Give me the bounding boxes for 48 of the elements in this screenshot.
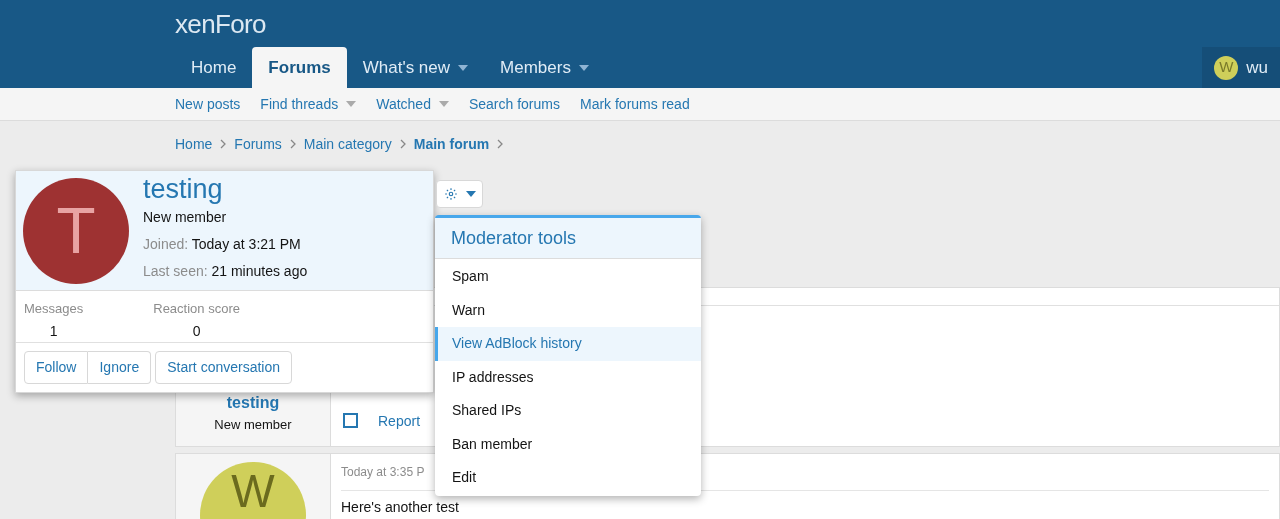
breadcrumb-link[interactable]: Main forum bbox=[413, 133, 490, 155]
site-logo[interactable]: xenForo bbox=[175, 10, 266, 37]
subnav-link[interactable]: New posts bbox=[175, 93, 241, 115]
breadcrumb-link[interactable]: Home bbox=[175, 133, 213, 155]
member-action-button[interactable]: Start conversation bbox=[155, 351, 292, 384]
subnav-link[interactable]: Find threads bbox=[260, 93, 357, 115]
gear-icon bbox=[443, 187, 458, 201]
member-action-button[interactable]: Follow bbox=[24, 351, 89, 384]
avatar: W bbox=[200, 462, 306, 519]
user-title: New member bbox=[214, 415, 292, 434]
subnav-link[interactable]: Watched bbox=[376, 93, 449, 115]
avatar: W bbox=[1214, 55, 1239, 80]
post-author[interactable]: testing bbox=[226, 390, 280, 415]
stat-value: 1 bbox=[49, 321, 58, 341]
chevron-icon bbox=[220, 139, 227, 149]
avatar: T bbox=[23, 178, 129, 284]
menu-title: Moderator tools bbox=[451, 226, 577, 250]
report-link[interactable]: Report bbox=[378, 414, 421, 428]
menu-item[interactable]: Spam bbox=[435, 260, 701, 294]
breadcrumb-link[interactable]: Forums bbox=[234, 133, 282, 155]
member-fact: Last seen: 21 minutes ago bbox=[143, 262, 308, 282]
post-body: Here's another test bbox=[341, 498, 460, 517]
stat-value: 0 bbox=[192, 321, 201, 341]
caret-icon bbox=[465, 191, 476, 197]
nav-tab[interactable]: What's new bbox=[346, 47, 485, 88]
menu-item[interactable]: View AdBlock history bbox=[435, 327, 701, 361]
nav-tab[interactable]: Home bbox=[175, 47, 253, 88]
menu-item[interactable]: Warn bbox=[435, 293, 701, 327]
subnav-link[interactable]: Search forums bbox=[468, 93, 560, 115]
select-checkbox[interactable] bbox=[343, 413, 358, 428]
chevron-icon bbox=[497, 139, 504, 149]
member-fact: Joined: Today at 3:21 PM bbox=[143, 235, 302, 255]
user-title: New member bbox=[143, 208, 228, 228]
stat-label: Reaction score bbox=[153, 300, 240, 318]
stat-label: Messages bbox=[24, 300, 84, 318]
chevron-icon bbox=[399, 139, 406, 149]
nav-tab[interactable]: Members bbox=[484, 47, 605, 88]
menu-item[interactable]: IP addresses bbox=[435, 360, 701, 394]
member-name[interactable]: testing bbox=[143, 173, 308, 206]
username: wu bbox=[1246, 56, 1268, 79]
account-link[interactable]: W wu bbox=[1202, 47, 1280, 88]
member-action-button[interactable]: Ignore bbox=[88, 351, 152, 384]
breadcrumb-link[interactable]: Main category bbox=[303, 133, 392, 155]
menu-item[interactable]: Shared IPs bbox=[435, 394, 701, 428]
nav-tab[interactable]: Forums bbox=[252, 47, 347, 88]
chevron-icon bbox=[289, 139, 296, 149]
settings-menu-button[interactable] bbox=[436, 180, 483, 208]
subnav-link[interactable]: Mark forums read bbox=[579, 93, 690, 115]
